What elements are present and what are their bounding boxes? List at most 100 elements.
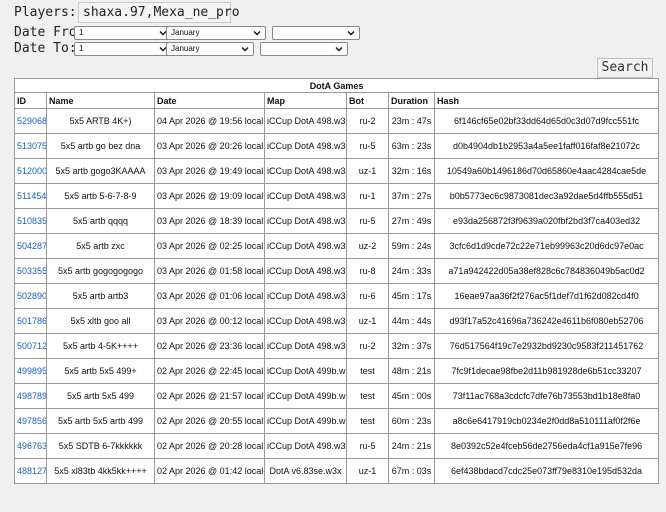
date-from-month-value: January bbox=[171, 28, 200, 37]
game-name-cell: 5x5 artb go bez dna bbox=[46, 133, 155, 159]
game-duration-cell: 48m : 21s bbox=[388, 358, 435, 384]
game-hash-cell: 76d517564f19c7e2932bd9230c9583f211451762 bbox=[433, 333, 660, 359]
game-name-cell: 5x5 ARTB 4K+) bbox=[46, 108, 155, 134]
search-button[interactable]: Search bbox=[597, 58, 653, 78]
game-id-link[interactable]: 503355 bbox=[17, 266, 46, 276]
date-from-year-select[interactable] bbox=[272, 26, 360, 40]
game-name-cell: 5x5 artb gogogogogo bbox=[46, 258, 155, 284]
game-name-cell: 5x5 artb gogo3KAAAA bbox=[46, 158, 155, 184]
table-row: 496763 5x5 SDTB 6-7kkkkkk 02 Apr 2026 @ 20… bbox=[14, 433, 660, 459]
table-row: 502890 5x5 artb artb3 03 Apr 2026 @ 01:06 … bbox=[14, 283, 660, 309]
game-name-cell: 5x5 artb 5-6-7-8-9 bbox=[46, 183, 155, 209]
game-date-cell: 03 Apr 2026 @ 18:39 local bbox=[154, 208, 265, 234]
game-date-cell: 02 Apr 2026 @ 23:36 local bbox=[154, 333, 265, 359]
date-to-day-select[interactable]: 1 bbox=[74, 42, 172, 56]
game-hash-cell: a71a942422d05a38ef828c6c784836049b5ac0d2 bbox=[433, 258, 660, 284]
table-row: 511454 5x5 artb 5-6-7-8-9 03 Apr 2026 @ 19… bbox=[14, 183, 660, 209]
game-id-cell: 488127 bbox=[14, 458, 47, 484]
game-id-link[interactable]: 496763 bbox=[17, 441, 46, 451]
game-hash-cell: 7fc9f1decae98fbe2d11b981928de6b51cc33207 bbox=[433, 358, 660, 384]
game-bot-cell: ru-5 bbox=[346, 208, 389, 234]
game-duration-cell: 32m : 16s bbox=[388, 158, 435, 184]
game-id-link[interactable]: 504287 bbox=[17, 241, 46, 251]
table-row: 497856 5x5 artb 5x5 artb 499 02 Apr 2026 @… bbox=[14, 408, 660, 434]
game-id-cell: 504287 bbox=[14, 233, 47, 259]
game-id-link[interactable]: 502890 bbox=[17, 291, 46, 301]
game-hash-cell: e93da256872f3f9639a020fbf2bd3f7ca403ed32 bbox=[433, 208, 660, 234]
game-id-link[interactable]: 500712 bbox=[17, 341, 46, 351]
games-table: DotA Games ID Name Date Map Bot Duration… bbox=[13, 78, 660, 484]
game-id-cell: 510835 bbox=[14, 208, 47, 234]
game-duration-cell: 24m : 21s bbox=[388, 433, 435, 459]
game-hash-cell: 16eae97aa36f2f276ac5f1def7d1f62d082cd4f0 bbox=[433, 283, 660, 309]
date-from-day-select[interactable]: 1 bbox=[74, 26, 172, 40]
header-date: Date bbox=[154, 92, 265, 109]
players-input[interactable]: shaxa.97,Mexa_ne_pro bbox=[78, 2, 240, 23]
game-bot-cell: ru-2 bbox=[346, 333, 389, 359]
game-name-cell: 5x5 xltb goo all bbox=[46, 308, 155, 334]
table-caption: DotA Games bbox=[13, 78, 660, 93]
game-bot-cell: test bbox=[346, 408, 389, 434]
game-duration-cell: 24m : 33s bbox=[388, 258, 435, 284]
game-duration-cell: 60m : 23s bbox=[388, 408, 435, 434]
date-to-month-select[interactable]: January bbox=[166, 42, 254, 56]
game-duration-cell: 45m : 00s bbox=[388, 383, 435, 409]
game-id-link[interactable]: 510835 bbox=[17, 216, 46, 226]
table-row: 513075 5x5 artb go bez dna 03 Apr 2026 @ 2… bbox=[14, 133, 660, 159]
date-to-month-value: January bbox=[171, 44, 200, 53]
game-date-cell: 02 Apr 2026 @ 20:55 local bbox=[154, 408, 265, 434]
game-map-cell: iCCup DotA 499b.w3x bbox=[264, 408, 347, 434]
game-id-link[interactable]: 512000 bbox=[17, 166, 46, 176]
game-map-cell: iCCup DotA 499b.w3x bbox=[264, 358, 347, 384]
game-id-cell: 513075 bbox=[14, 133, 47, 159]
table-row: 488127 5x5 xl83tb 4kk5kk++++ 02 Apr 2026 @… bbox=[14, 458, 660, 484]
game-date-cell: 03 Apr 2026 @ 01:58 local bbox=[154, 258, 265, 284]
game-bot-cell: ru-5 bbox=[346, 133, 389, 159]
game-duration-cell: 59m : 24s bbox=[388, 233, 435, 259]
header-hash: Hash bbox=[433, 92, 660, 109]
game-hash-cell: a8c6e6417919cb0234e2f0dd8a510111af0f2f6e bbox=[433, 408, 660, 434]
game-date-cell: 03 Apr 2026 @ 20:26 local bbox=[154, 133, 265, 159]
table-row: 504287 5x5 artb zxc 03 Apr 2026 @ 02:25 lo… bbox=[14, 233, 660, 259]
game-map-cell: DotA v6.83se.w3x bbox=[264, 458, 347, 484]
table-row: 510835 5x5 artb qqqq 03 Apr 2026 @ 18:39 l… bbox=[14, 208, 660, 234]
game-name-cell: 5x5 artb 5x5 499 bbox=[46, 383, 155, 409]
game-id-link[interactable]: 498789 bbox=[17, 391, 46, 401]
game-map-cell: iCCup DotA 498.w3x bbox=[264, 133, 347, 159]
game-date-cell: 03 Apr 2026 @ 02:25 local bbox=[154, 233, 265, 259]
players-label: Players: bbox=[14, 5, 77, 20]
game-hash-cell: 8e0392c52e4fceb56de2756eda4cf1a915e7fe96 bbox=[433, 433, 660, 459]
game-date-cell: 04 Apr 2026 @ 19:56 local bbox=[154, 108, 265, 134]
game-date-cell: 02 Apr 2026 @ 20:28 local bbox=[154, 433, 265, 459]
game-id-link[interactable]: 529068 bbox=[17, 116, 46, 126]
game-hash-cell: 6ef438bdacd7cdc25e073ff79e8310e195d532da bbox=[433, 458, 660, 484]
game-bot-cell: test bbox=[346, 358, 389, 384]
game-duration-cell: 63m : 23s bbox=[388, 133, 435, 159]
game-id-link[interactable]: 513075 bbox=[17, 141, 46, 151]
game-duration-cell: 45m : 17s bbox=[388, 283, 435, 309]
game-id-cell: 496763 bbox=[14, 433, 47, 459]
date-to-label: Date To: bbox=[14, 41, 77, 56]
header-duration: Duration bbox=[388, 92, 435, 109]
game-hash-cell: b0b5773ec6c9873081dec3a92dae5d4ffb555d51 bbox=[433, 183, 660, 209]
game-name-cell: 5x5 artb zxc bbox=[46, 233, 155, 259]
game-id-cell: 497856 bbox=[14, 408, 47, 434]
date-from-day-value: 1 bbox=[79, 28, 84, 37]
game-id-link[interactable]: 499895 bbox=[17, 366, 46, 376]
table-row: 503355 5x5 artb gogogogogo 03 Apr 2026 @ 0… bbox=[14, 258, 660, 284]
chevron-down-icon bbox=[241, 47, 249, 52]
date-to-year-select[interactable] bbox=[260, 42, 348, 56]
game-id-cell: 501786 bbox=[14, 308, 47, 334]
game-duration-cell: 32m : 37s bbox=[388, 333, 435, 359]
game-name-cell: 5x5 artb 5x5 499+ bbox=[46, 358, 155, 384]
game-bot-cell: uz-2 bbox=[346, 233, 389, 259]
header-name: Name bbox=[46, 92, 155, 109]
game-hash-cell: d93f17a52c41696a736242e4611b6f080eb52706 bbox=[433, 308, 660, 334]
date-from-month-select[interactable]: January bbox=[166, 26, 266, 40]
game-id-link[interactable]: 501786 bbox=[17, 316, 46, 326]
game-id-link[interactable]: 497856 bbox=[17, 416, 46, 426]
game-map-cell: iCCup DotA 498.w3x bbox=[264, 258, 347, 284]
game-id-link[interactable]: 488127 bbox=[17, 466, 46, 476]
game-id-link[interactable]: 511454 bbox=[17, 191, 46, 201]
table-row: 512000 5x5 artb gogo3KAAAA 03 Apr 2026 @ 1… bbox=[14, 158, 660, 184]
